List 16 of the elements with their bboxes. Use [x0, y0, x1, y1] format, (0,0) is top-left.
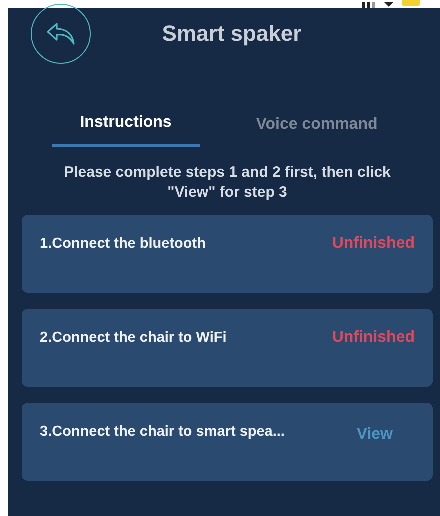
tab[interactable]: Instructions [52, 110, 200, 147]
signal-icon [362, 2, 376, 8]
tab[interactable]: Voice command [220, 110, 414, 147]
status-text: Unfinished [332, 235, 415, 254]
instruction-text: Please complete steps 1 and 2 first, then click "View" for step 3 [63, 163, 392, 203]
reply-arrow-icon [46, 21, 76, 47]
step-label: 3.Connect the chair to smart spea... [40, 424, 285, 442]
step-label: 2.Connect the chair to WiFi [40, 330, 227, 348]
battery-icon [402, 0, 420, 6]
step-card[interactable]: 3.Connect the chair to smart spea... View [22, 403, 433, 481]
page-title: Smart spaker [161, 21, 303, 47]
step-card[interactable]: 2.Connect the chair to WiFi Unfinished [22, 309, 433, 387]
step-card[interactable]: 1.Connect the bluetooth Unfinished [22, 215, 433, 293]
step-label: 1.Connect the bluetooth [40, 236, 206, 254]
status-text: Unfinished [332, 329, 415, 348]
back-button[interactable] [31, 4, 91, 64]
